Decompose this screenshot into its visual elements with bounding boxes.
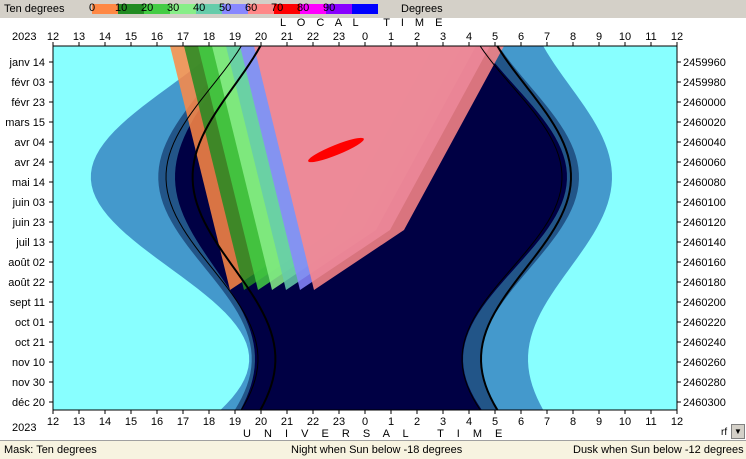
x-tick-label-bottom: 16 <box>151 416 163 428</box>
x-tick-label-bottom: 14 <box>99 416 111 428</box>
x-tick-label-bottom: 21 <box>281 416 293 428</box>
chart: 12 13 14 15 16 17 18 19 20 21 22 23 0 1 2 3 4 5 6 7 8 9 10 11 12… <box>5 31 726 428</box>
x-tick-label-top: 20 <box>255 31 267 43</box>
x-tick-label-bottom: 5 <box>492 416 498 428</box>
y-tick-label-right: 2460020 <box>683 117 726 129</box>
x-tick-label-top: 0 <box>362 31 368 43</box>
x-tick-label-top: 1 <box>388 31 394 43</box>
x-tick-label-bottom: 1 <box>388 416 394 428</box>
y-tick-label-right: 2460280 <box>683 377 726 389</box>
y-tick-label-left: janv 14 <box>9 57 45 69</box>
y-tick-label-left: août 22 <box>8 277 45 289</box>
x-tick-label-bottom: 3 <box>440 416 446 428</box>
y-tick-label-left: juil 13 <box>15 237 45 249</box>
x-tick-label-bottom: 6 <box>518 416 524 428</box>
x-tick-label-top: 11 <box>645 31 656 43</box>
x-tick-label-bottom: 0 <box>362 416 368 428</box>
app-window: Ten degrees 0 10 20 30 40 50 60 70 80 90 Degrees … <box>0 0 746 459</box>
x-tick-label-bottom: 20 <box>255 416 267 428</box>
x-tick-label-bottom: 12 <box>47 416 59 428</box>
x-tick-label-bottom: 4 <box>466 416 472 428</box>
y-tick-label-right: 2460220 <box>683 317 726 329</box>
x-tick-label-bottom: 22 <box>307 416 319 428</box>
y-tick-label-left: juin 03 <box>12 197 45 209</box>
x-tick-label-top: 18 <box>203 31 215 43</box>
x-tick-label-bottom: 2 <box>414 416 420 428</box>
y-tick-label-left: avr 24 <box>14 157 45 169</box>
y-tick-label-left: nov 30 <box>12 377 45 389</box>
y-tick-label-right: 2460100 <box>683 197 726 209</box>
x-tick-label-bottom: 13 <box>73 416 85 428</box>
y-tick-label-left: déc 20 <box>12 397 45 409</box>
x-tick-label-bottom: 15 <box>125 416 137 428</box>
y-tick-label-right: 2460080 <box>683 177 726 189</box>
x-tick-label-bottom: 11 <box>645 416 656 428</box>
y-tick-label-right: 2460040 <box>683 137 726 149</box>
x-tick-label-top: 5 <box>492 31 498 43</box>
x-tick-label-bottom: 23 <box>333 416 345 428</box>
y-tick-label-left: oct 21 <box>15 337 45 349</box>
x-tick-label-bottom: 19 <box>229 416 241 428</box>
x-tick-label-top: 12 <box>671 31 683 43</box>
y-tick-label-right: 2460000 <box>683 97 726 109</box>
x-tick-label-top: 23 <box>333 31 345 43</box>
y-tick-label-left: avr 04 <box>14 137 45 149</box>
status-bar: Mask: Ten degrees Night when Sun below -… <box>0 440 746 459</box>
y-tick-label-right: 2460180 <box>683 277 726 289</box>
x-tick-label-bottom: 18 <box>203 416 215 428</box>
x-tick-label-top: 15 <box>125 31 137 43</box>
x-tick-label-top: 2 <box>414 31 420 43</box>
status-night: Night when Sun below -18 degrees <box>291 444 463 456</box>
status-mask: Mask: Ten degrees <box>4 444 97 456</box>
y-tick-label-right: 2460200 <box>683 297 726 309</box>
x-tick-label-top: 4 <box>466 31 472 43</box>
y-tick-label-left: juin 23 <box>12 217 45 229</box>
y-tick-label-left: févr 23 <box>11 97 45 109</box>
x-tick-label-top: 17 <box>177 31 189 43</box>
y-tick-label-right: 2460300 <box>683 397 726 409</box>
x-tick-label-top: 9 <box>596 31 602 43</box>
y-tick-label-right: 2460120 <box>683 217 726 229</box>
y-tick-label-left: oct 01 <box>15 317 45 329</box>
y-tick-label-right: 2459980 <box>683 77 726 89</box>
status-dusk: Dusk when Sun below -12 degrees <box>573 444 744 456</box>
x-tick-label-top: 8 <box>570 31 576 43</box>
x-tick-label-top: 3 <box>440 31 446 43</box>
x-tick-label-top: 7 <box>544 31 550 43</box>
y-tick-label-right: 2459960 <box>683 57 726 69</box>
y-tick-label-left: mai 14 <box>12 177 45 189</box>
x-tick-label-bottom: 12 <box>671 416 683 428</box>
x-tick-label-bottom: 17 <box>177 416 189 428</box>
y-tick-label-left: août 02 <box>8 257 45 269</box>
y-tick-label-right: 2460260 <box>683 357 726 369</box>
y-tick-label-left: mars 15 <box>5 117 45 129</box>
x-tick-label-top: 14 <box>99 31 111 43</box>
y-tick-label-left: nov 10 <box>12 357 45 369</box>
x-tick-label-bottom: 10 <box>619 416 631 428</box>
y-tick-label-right: 2460140 <box>683 237 726 249</box>
x-tick-label-bottom: 7 <box>544 416 550 428</box>
y-tick-label-left: sept 11 <box>10 297 45 309</box>
y-tick-label-right: 2460240 <box>683 337 726 349</box>
y-tick-label-right: 2460160 <box>683 257 726 269</box>
x-tick-label-top: 21 <box>281 31 293 43</box>
x-tick-label-top: 22 <box>307 31 319 43</box>
x-tick-label-top: 10 <box>619 31 631 43</box>
x-tick-label-top: 12 <box>47 31 59 43</box>
x-tick-label-bottom: 8 <box>570 416 576 428</box>
x-tick-label-top: 19 <box>229 31 241 43</box>
y-tick-label-right: 2460060 <box>683 157 726 169</box>
y-tick-label-left: févr 03 <box>11 77 45 89</box>
x-tick-label-top: 13 <box>73 31 85 43</box>
x-tick-label-top: 6 <box>518 31 524 43</box>
x-tick-label-bottom: 9 <box>596 416 602 428</box>
x-tick-label-top: 16 <box>151 31 163 43</box>
